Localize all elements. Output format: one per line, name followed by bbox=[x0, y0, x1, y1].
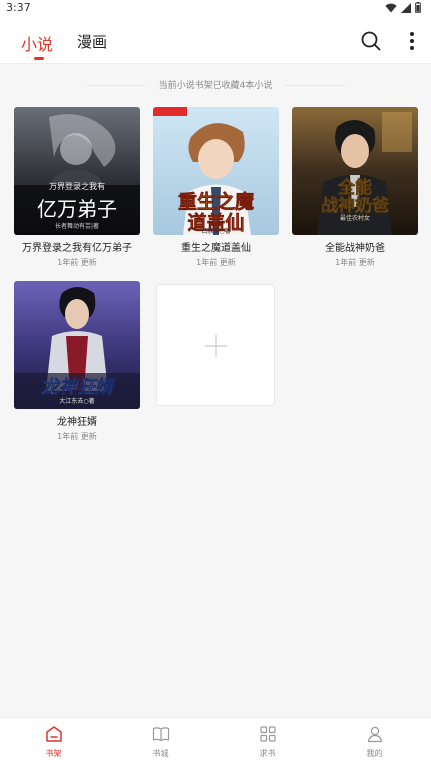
search-icon[interactable] bbox=[360, 30, 382, 52]
add-book-button[interactable] bbox=[156, 284, 275, 406]
nav-item-bookshelf[interactable]: 书架 bbox=[0, 718, 107, 766]
book-updated: 1年前 更新 bbox=[57, 432, 97, 441]
book-cover[interactable]: 重生之魔 道盖仙 白族猫○著 bbox=[153, 107, 279, 235]
bookshelf-icon bbox=[46, 726, 62, 742]
status-time: 3:37 bbox=[6, 1, 31, 14]
active-tab-indicator bbox=[34, 57, 44, 60]
book-updated: 1年前 更新 bbox=[196, 258, 236, 267]
plus-icon bbox=[205, 335, 227, 357]
open-book-icon bbox=[152, 727, 170, 742]
app-screen: 3:37 小说 漫画 当前小说书架已收藏4本小说 万界登录之我有 亿万弟子 长者… bbox=[0, 0, 431, 766]
book-updated: 1年前 更新 bbox=[335, 258, 375, 267]
nav-label-mine: 我的 bbox=[366, 749, 383, 758]
wifi-icon bbox=[385, 3, 397, 13]
grid-icon bbox=[260, 726, 276, 742]
bottom-nav: 书架 书城 求书 我的 bbox=[0, 717, 431, 766]
cover-subtitle: 万界登录之我有 bbox=[49, 182, 105, 191]
status-bar: 3:37 bbox=[0, 0, 431, 17]
tab-novel[interactable]: 小说 bbox=[21, 31, 53, 55]
book-title[interactable]: 万界登录之我有亿万弟子 bbox=[14, 239, 140, 254]
tab-comic[interactable]: 漫画 bbox=[77, 31, 107, 52]
top-header: 小说 漫画 bbox=[0, 17, 431, 64]
status-icons bbox=[385, 2, 421, 13]
nav-label-request: 求书 bbox=[259, 749, 276, 758]
book-title[interactable]: 龙神狂婿 bbox=[14, 413, 140, 428]
nav-item-bookstore[interactable]: 书城 bbox=[107, 718, 214, 766]
user-icon bbox=[367, 726, 383, 743]
signal-icon bbox=[401, 2, 411, 13]
battery-icon bbox=[415, 2, 421, 13]
book-cover[interactable]: 全能 战神奶爸 最佳农村女 bbox=[292, 107, 418, 235]
book-title[interactable]: 全能战神奶爸 bbox=[292, 239, 418, 254]
shelf-count-tip: 当前小说书架已收藏4本小说 bbox=[158, 81, 273, 91]
book-title[interactable]: 重生之魔道盖仙 bbox=[153, 239, 279, 254]
more-vertical-icon[interactable] bbox=[405, 30, 419, 52]
cover-author: 最佳农村女 bbox=[339, 215, 370, 222]
cover-author: 长者舞动有芸|著 bbox=[54, 223, 100, 230]
shelf-tip-row: 当前小说书架已收藏4本小说 bbox=[86, 77, 345, 93]
cover-author: 大江东去○著 bbox=[59, 398, 95, 405]
nav-item-request[interactable]: 求书 bbox=[214, 718, 321, 766]
nav-label-bookstore: 书城 bbox=[152, 749, 169, 758]
nav-label-bookshelf: 书架 bbox=[45, 749, 62, 758]
nav-item-mine[interactable]: 我的 bbox=[321, 718, 428, 766]
cover-title: 亿万弟子 bbox=[37, 197, 117, 221]
cover-author: 白族猫○著 bbox=[201, 228, 231, 235]
book-cover[interactable]: 龙神狂婿 大江东去○著 bbox=[14, 281, 140, 409]
book-cover[interactable]: 万界登录之我有 亿万弟子 长者舞动有芸|著 bbox=[14, 107, 140, 235]
book-updated: 1年前 更新 bbox=[57, 258, 97, 267]
